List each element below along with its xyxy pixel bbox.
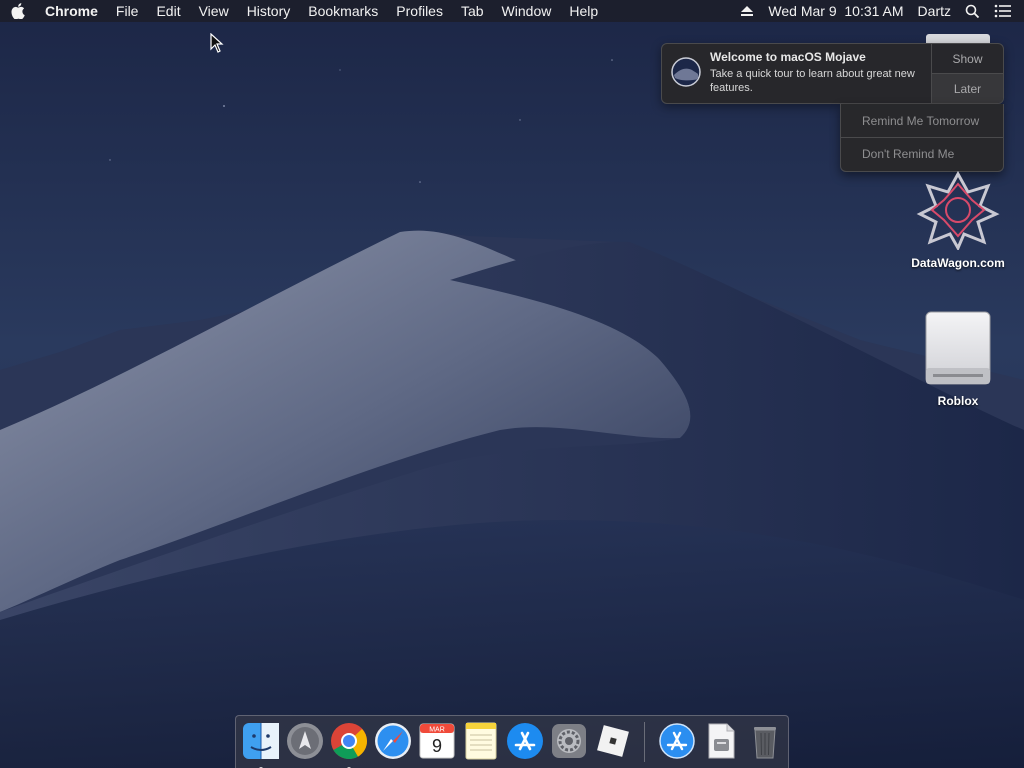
- chrome-icon[interactable]: [329, 721, 369, 768]
- launchpad-icon[interactable]: [285, 721, 325, 761]
- notes-icon[interactable]: [461, 721, 501, 761]
- menu-user[interactable]: Dartz: [911, 0, 958, 22]
- desktop-icon-datawagon[interactable]: DataWagon.com: [898, 170, 1018, 270]
- trash-icon[interactable]: [745, 721, 785, 761]
- mouse-cursor: [210, 33, 224, 53]
- later-options-menu: Remind Me Tomorrow Don't Remind Me: [840, 104, 1004, 172]
- dock-separator: [644, 722, 645, 762]
- show-button[interactable]: Show: [932, 44, 1003, 73]
- remind-tomorrow-option[interactable]: Remind Me Tomorrow: [841, 104, 1003, 137]
- datawagon-logo-icon: [916, 170, 1000, 250]
- menu-window[interactable]: Window: [493, 0, 561, 22]
- notification-center-icon[interactable]: [987, 4, 1024, 18]
- menu-clock[interactable]: Wed Mar 9 10:31 AM: [761, 0, 910, 22]
- datawagon-label: DataWagon.com: [911, 256, 1005, 270]
- menu-edit[interactable]: Edit: [147, 0, 189, 22]
- mojave-welcome-notification[interactable]: Welcome to macOS Mojave Take a quick tou…: [661, 43, 1004, 104]
- system-preferences-icon[interactable]: [549, 721, 589, 761]
- desktop-icon-roblox[interactable]: Roblox: [898, 310, 1018, 408]
- calendar-icon[interactable]: MAR 9: [417, 721, 457, 761]
- app-store-icon[interactable]: [505, 721, 545, 761]
- dont-remind-option[interactable]: Don't Remind Me: [841, 137, 1003, 170]
- menu-bar: Chrome File Edit View History Bookmarks …: [0, 0, 1024, 22]
- installer-document-icon[interactable]: [701, 721, 741, 761]
- external-drive-icon: [925, 311, 991, 385]
- safari-icon[interactable]: [373, 721, 413, 761]
- apple-icon[interactable]: [0, 3, 36, 19]
- finder-icon[interactable]: [241, 721, 281, 768]
- notification-title: Welcome to macOS Mojave: [710, 50, 866, 64]
- menu-view[interactable]: View: [190, 0, 238, 22]
- roblox-label: Roblox: [937, 394, 979, 408]
- app-store-downloads-icon[interactable]: [657, 721, 697, 761]
- eject-icon[interactable]: [733, 5, 761, 17]
- menu-app-name[interactable]: Chrome: [36, 0, 107, 22]
- menu-help[interactable]: Help: [560, 0, 607, 22]
- menu-file[interactable]: File: [107, 0, 148, 22]
- calendar-day: 9: [432, 736, 442, 756]
- menu-profiles[interactable]: Profiles: [387, 0, 452, 22]
- menu-bookmarks[interactable]: Bookmarks: [299, 0, 387, 22]
- notification-body: Take a quick tour to learn about great n…: [710, 68, 915, 94]
- menu-history[interactable]: History: [238, 0, 300, 22]
- search-icon[interactable]: [958, 4, 987, 19]
- dock: MAR 9: [235, 715, 789, 768]
- calendar-month: MAR: [429, 727, 445, 734]
- mojave-icon: [671, 57, 701, 87]
- later-button[interactable]: Later: [932, 73, 1003, 103]
- roblox-icon[interactable]: [593, 721, 633, 761]
- menu-tab[interactable]: Tab: [452, 0, 493, 22]
